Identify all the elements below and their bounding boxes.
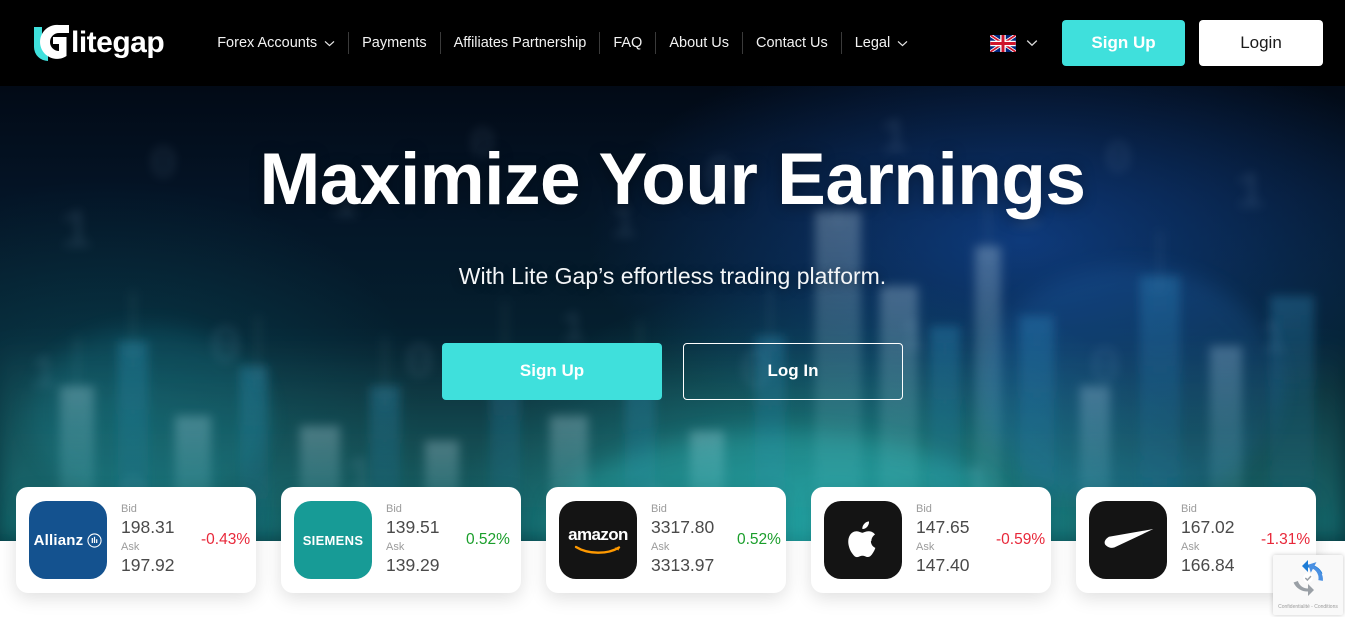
chevron-down-icon [1026, 39, 1038, 47]
hero-signup-button[interactable]: Sign Up [442, 342, 662, 400]
ask-value: 3313.97 [651, 555, 715, 575]
nav-label: Legal [854, 35, 891, 51]
bid-label: Bid [651, 503, 667, 515]
nav-item-faq[interactable]: FAQ [600, 32, 657, 54]
ticker-card-allianz[interactable]: Allianz Bid 198.31 Ask 197.92 -0.43% [16, 487, 256, 593]
nav-item-payments[interactable]: Payments [349, 32, 441, 54]
ask-label: Ask [121, 541, 140, 553]
bid-value: 198.31 [121, 517, 175, 537]
chevron-down-icon [897, 40, 908, 47]
ticker-values: Bid 147.65 Ask 147.40 -0.59% [916, 502, 1051, 578]
siemens-logo-icon: SIEMENS [294, 501, 372, 579]
bid-value: 167.02 [1181, 517, 1235, 537]
ticker-values: Bid 3317.80 Ask 3313.97 0.52% [651, 502, 786, 578]
hero-cta-group: Sign Up Log In [0, 342, 1345, 400]
header-actions: Sign Up Login [990, 20, 1323, 66]
siemens-logo-text: SIEMENS [302, 532, 364, 548]
change-badge: -0.59% [996, 531, 1046, 548]
hero-subtitle: With Lite Gap’s effortless trading platf… [458, 262, 887, 289]
header-signup-button[interactable]: Sign Up [1062, 20, 1185, 66]
ticker-values: Bid 198.31 Ask 197.92 -0.43% [121, 502, 256, 578]
allianz-logo-text: Allianz [33, 531, 84, 549]
nav-item-affiliates-partnership[interactable]: Affiliates Partnership [441, 32, 601, 54]
hero-login-button[interactable]: Log In [683, 342, 903, 400]
ask-label: Ask [386, 541, 405, 553]
bid-label: Bid [386, 503, 402, 515]
ask-value: 147.40 [916, 555, 970, 575]
amazon-logo-text: amazon [568, 524, 628, 544]
bid-label: Bid [916, 503, 932, 515]
bid-value: 147.65 [916, 517, 970, 537]
ask-value: 197.92 [121, 555, 175, 575]
hero-section: 1 0 1 0 1 0 1 1 0 1 1 0 0 1 0 1 0 1 0 1 … [0, 86, 1345, 541]
logo[interactable]: litegap [28, 14, 165, 72]
nav-item-contact-us[interactable]: Contact Us [743, 32, 842, 54]
ticker-card-list: Allianz Bid 198.31 Ask 197.92 -0.43% SIE… [16, 487, 1345, 593]
nav-item-forex-accounts[interactable]: Forex Accounts [204, 32, 350, 54]
ask-label: Ask [916, 541, 935, 553]
nav-item-legal[interactable]: Legal [842, 32, 921, 54]
litegap-logo-icon [28, 20, 74, 66]
nav-label: About Us [669, 35, 729, 51]
bid-value: 139.51 [386, 517, 440, 537]
uk-flag-icon [990, 34, 1016, 52]
nav-label: Affiliates Partnership [453, 35, 587, 51]
page-title: Maximize Your Earnings [259, 139, 1086, 220]
amazon-logo-icon: amazon [559, 501, 637, 579]
nav-label: FAQ [613, 35, 643, 51]
ask-value: 166.84 [1181, 555, 1235, 575]
language-selector[interactable] [990, 34, 1038, 52]
change-badge: -0.43% [201, 531, 251, 548]
bid-value: 3317.80 [651, 517, 715, 537]
hero-content: Maximize Your Earnings With Lite Gap’s e… [0, 86, 1345, 400]
header-login-button[interactable]: Login [1199, 20, 1323, 66]
ask-value: 139.29 [386, 555, 440, 575]
change-badge: -1.31% [1261, 531, 1311, 548]
recaptcha-legal-text[interactable]: Confidentialité - Conditions [1278, 604, 1338, 610]
bid-label: Bid [1181, 503, 1197, 515]
recaptcha-icon [1290, 560, 1326, 601]
apple-logo-icon [824, 501, 902, 579]
nike-logo-icon [1089, 501, 1167, 579]
site-header: litegap Forex Accounts Payments Affiliat… [0, 0, 1345, 86]
ticker-values: Bid 139.51 Ask 139.29 0.52% [386, 502, 521, 578]
nav-item-about-us[interactable]: About Us [656, 32, 743, 54]
change-badge: 0.52% [737, 531, 781, 548]
allianz-logo-icon: Allianz [29, 501, 107, 579]
main-navigation: Forex Accounts Payments Affiliates Partn… [204, 28, 921, 58]
chevron-down-icon [324, 40, 335, 47]
logo-text: litegap [71, 26, 165, 59]
nav-label: Contact Us [756, 35, 828, 51]
nav-label: Payments [362, 35, 427, 51]
ask-label: Ask [651, 541, 670, 553]
ticker-card-apple[interactable]: Bid 147.65 Ask 147.40 -0.59% [811, 487, 1051, 593]
bid-label: Bid [121, 503, 137, 515]
change-badge: 0.52% [466, 531, 510, 548]
ticker-card-siemens[interactable]: SIEMENS Bid 139.51 Ask 139.29 0.52% [281, 487, 521, 593]
nav-label: Forex Accounts [217, 35, 318, 51]
recaptcha-badge[interactable]: Confidentialité - Conditions [1273, 555, 1343, 615]
ticker-card-amazon[interactable]: amazon Bid 3317.80 Ask 3313.97 0.52% [546, 487, 786, 593]
ask-label: Ask [1181, 541, 1200, 553]
